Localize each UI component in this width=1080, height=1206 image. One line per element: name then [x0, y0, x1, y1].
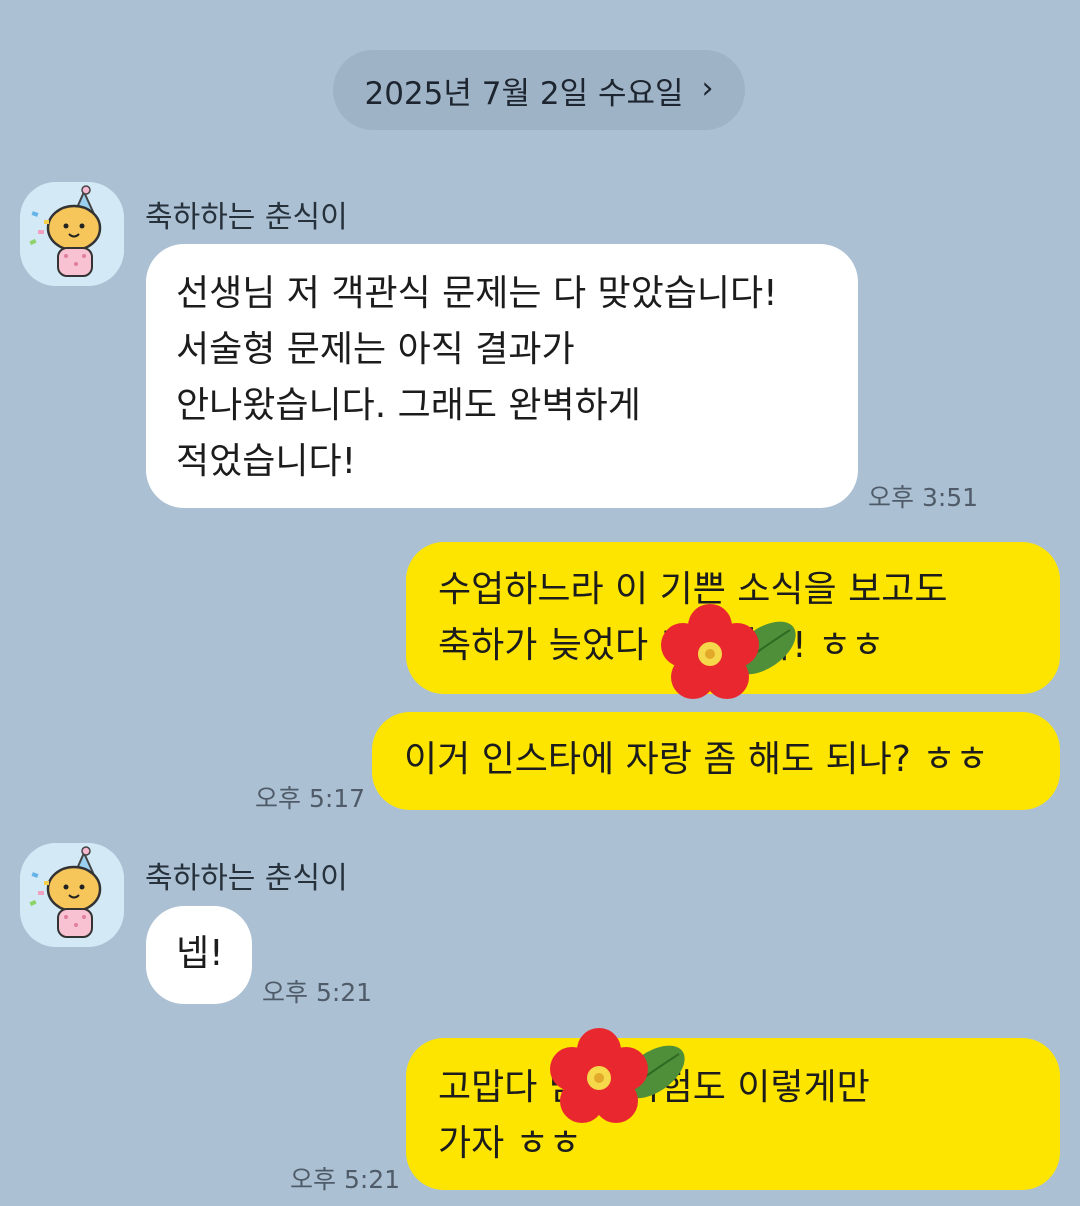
date-separator[interactable]: 2025년 7월 2일 수요일 › — [333, 50, 745, 130]
date-label: 2025년 7월 2일 수요일 — [364, 75, 684, 112]
sender-name: 축하하는 춘식이 — [145, 200, 348, 235]
chunsik-character-icon — [20, 182, 124, 286]
message-time: 오후 3:51 — [868, 483, 979, 512]
avatar[interactable] — [20, 843, 124, 947]
chunsik-character-icon — [20, 843, 124, 947]
message-time: 오후 5:21 — [262, 978, 373, 1007]
message-bubble-outgoing[interactable]: 고맙다 남은 시험도 이렇게만 가자 ㅎㅎ — [406, 1038, 1060, 1190]
message-time: 오후 5:17 — [255, 784, 366, 813]
message-bubble-outgoing[interactable]: 수업하느라 이 기쁜 소식을 보고도 축하가 늦었다 축하한다! ㅎㅎ — [406, 542, 1060, 694]
message-bubble-incoming[interactable]: 선생님 저 객관식 문제는 다 맞았습니다! 서술형 문제는 아직 결과가 안나… — [146, 244, 858, 508]
message-bubble-incoming[interactable]: 넵! — [146, 906, 252, 1004]
message-time: 오후 5:21 — [290, 1165, 401, 1194]
message-bubble-outgoing[interactable]: 이거 인스타에 자랑 좀 해도 되나? ㅎㅎ — [372, 712, 1060, 810]
sender-name: 축하하는 춘식이 — [145, 861, 348, 896]
chevron-right-icon: › — [701, 71, 714, 106]
avatar[interactable] — [20, 182, 124, 286]
